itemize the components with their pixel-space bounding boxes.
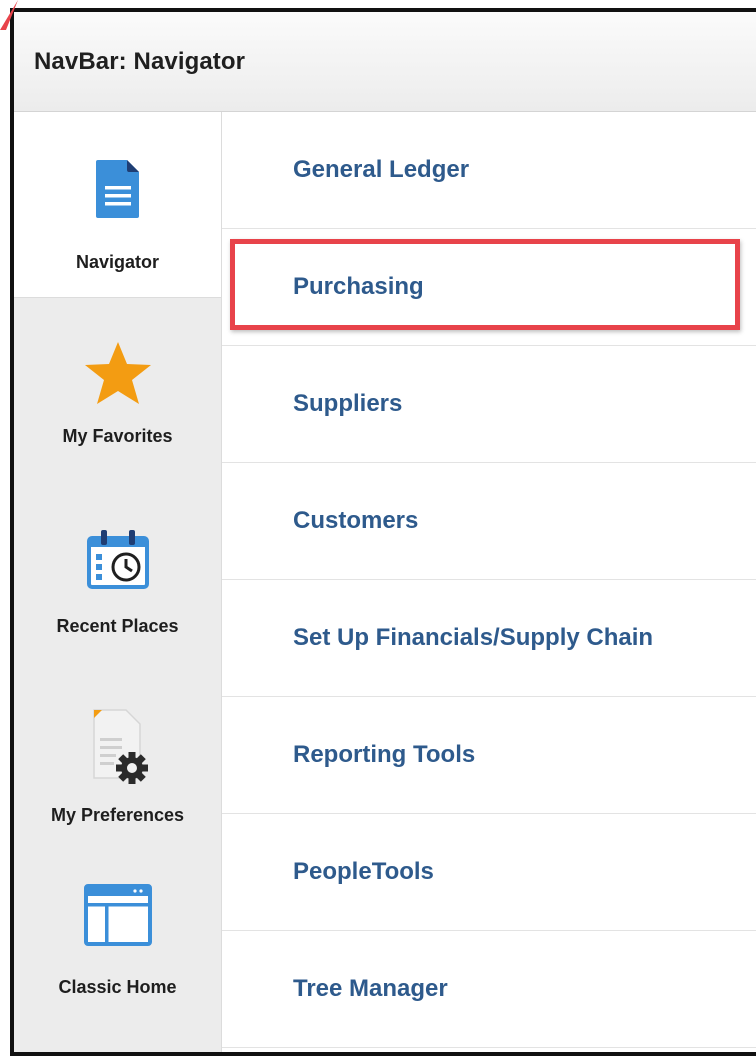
menu-item-reporting-tools[interactable]: Reporting Tools [222,697,756,814]
menu-item-label[interactable]: General Ledger [293,156,469,184]
document-gear-icon [92,709,148,784]
sidebar-item-my-favorites[interactable]: My Favorites [14,298,221,484]
menu-item-label[interactable]: Purchasing [293,273,424,301]
star-icon [84,342,151,404]
menu-item-peopletools[interactable]: PeopleTools [222,814,756,931]
menu-item-label[interactable]: Reporting Tools [293,741,475,769]
sidebar-item-recent-places[interactable]: Recent Places [14,484,221,670]
navigator-panel: NavBar: Navigator Navigator My Favorites [10,8,756,1056]
calendar-clock-icon [86,530,149,589]
menu-item-general-ledger[interactable]: General Ledger [222,112,756,229]
sidebar-item-label: My Preferences [50,805,185,825]
sidebar-item-label: My Favorites [62,426,173,446]
menu-item-tree-manager[interactable]: Tree Manager [222,931,756,1048]
navigator-menu: General Ledger Purchasing Suppliers Cust… [222,112,756,1052]
navbar-sidebar: Navigator My Favorites Recent Places My … [14,112,222,1052]
menu-item-label[interactable]: Tree Manager [293,975,448,1003]
sidebar-item-classic-home[interactable]: Classic Home [14,865,221,1052]
sidebar-item-label: Classic Home [58,977,177,997]
sidebar-item-label: Navigator [75,252,160,272]
panel-title: NavBar: Navigator [34,47,246,75]
document-icon [95,160,139,218]
panel-header: NavBar: Navigator [14,12,756,112]
panel-content: Navigator My Favorites Recent Places My … [14,112,756,1052]
menu-item-suppliers[interactable]: Suppliers [222,346,756,463]
menu-item-label[interactable]: Customers [293,507,418,535]
annotation-arrow-icon [0,0,18,30]
sidebar-item-navigator[interactable]: Navigator [14,112,221,298]
classic-home-icon [83,884,152,946]
sidebar-item-my-preferences[interactable]: My Preferences [14,670,221,865]
menu-item-purchasing[interactable]: Purchasing [222,229,756,346]
menu-item-label[interactable]: Suppliers [293,390,402,418]
sidebar-item-label: Recent Places [56,616,179,636]
menu-item-customers[interactable]: Customers [222,463,756,580]
menu-item-label[interactable]: Set Up Financials/Supply Chain [293,624,653,652]
menu-item-label[interactable]: PeopleTools [293,858,434,886]
menu-item-set-up-financials[interactable]: Set Up Financials/Supply Chain [222,580,756,697]
